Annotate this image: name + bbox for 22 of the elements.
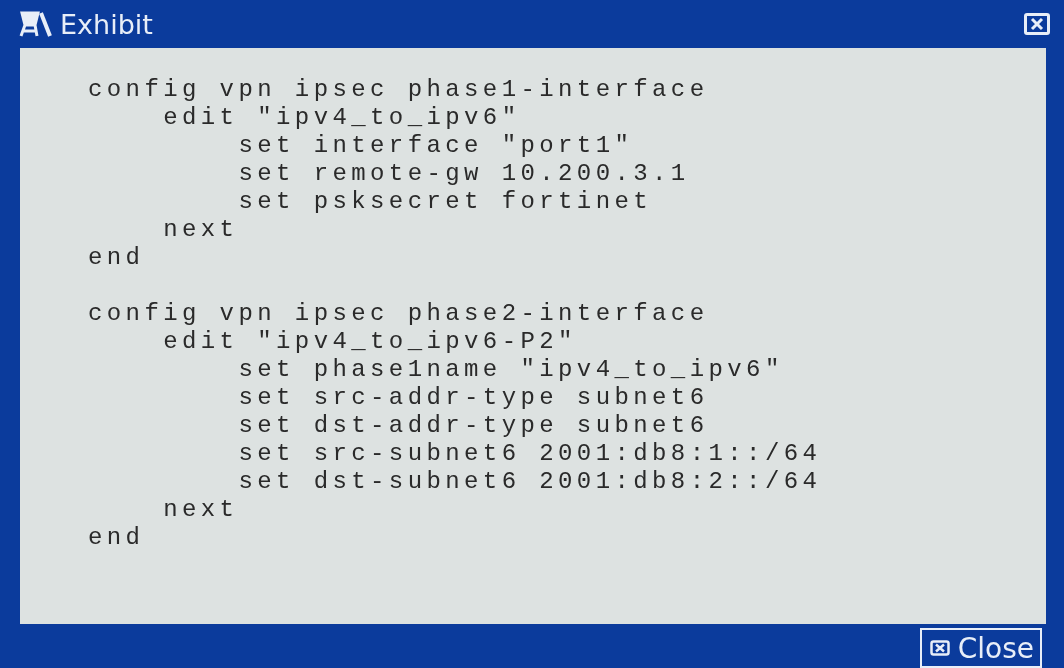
window-title: Exhibit	[60, 8, 154, 40]
code-line: set remote-gw 10.200.3.1	[237, 160, 690, 188]
code-line: end	[88, 524, 145, 552]
code-line: set interface "port1"	[237, 132, 634, 160]
close-button[interactable]	[1024, 13, 1050, 35]
code-line: edit "ipv4_to_ipv6"	[162, 104, 521, 132]
close-icon	[1028, 17, 1046, 31]
code-line: next	[162, 216, 239, 244]
code-line: set dst-subnet6 2001:db8:2::/64	[237, 468, 822, 496]
easel-icon	[18, 11, 52, 37]
code-line: set src-addr-type subnet6	[237, 384, 709, 412]
code-line: end	[88, 244, 145, 272]
code-line: config vpn ipsec phase2-interface	[88, 300, 709, 328]
code-line: edit "ipv4_to_ipv6-P2"	[162, 328, 577, 356]
code-line: next	[162, 496, 239, 524]
code-line: set src-subnet6 2001:db8:1::/64	[237, 440, 822, 468]
close-button[interactable]: Close	[919, 628, 1042, 668]
code-line: config vpn ipsec phase1-interface	[88, 76, 709, 104]
close-icon	[929, 640, 950, 656]
code-line: set phase1name "ipv4_to_ipv6"	[237, 356, 784, 384]
code-line: set psksecret fortinet	[237, 188, 653, 216]
code-line: set dst-addr-type subnet6	[237, 412, 709, 440]
